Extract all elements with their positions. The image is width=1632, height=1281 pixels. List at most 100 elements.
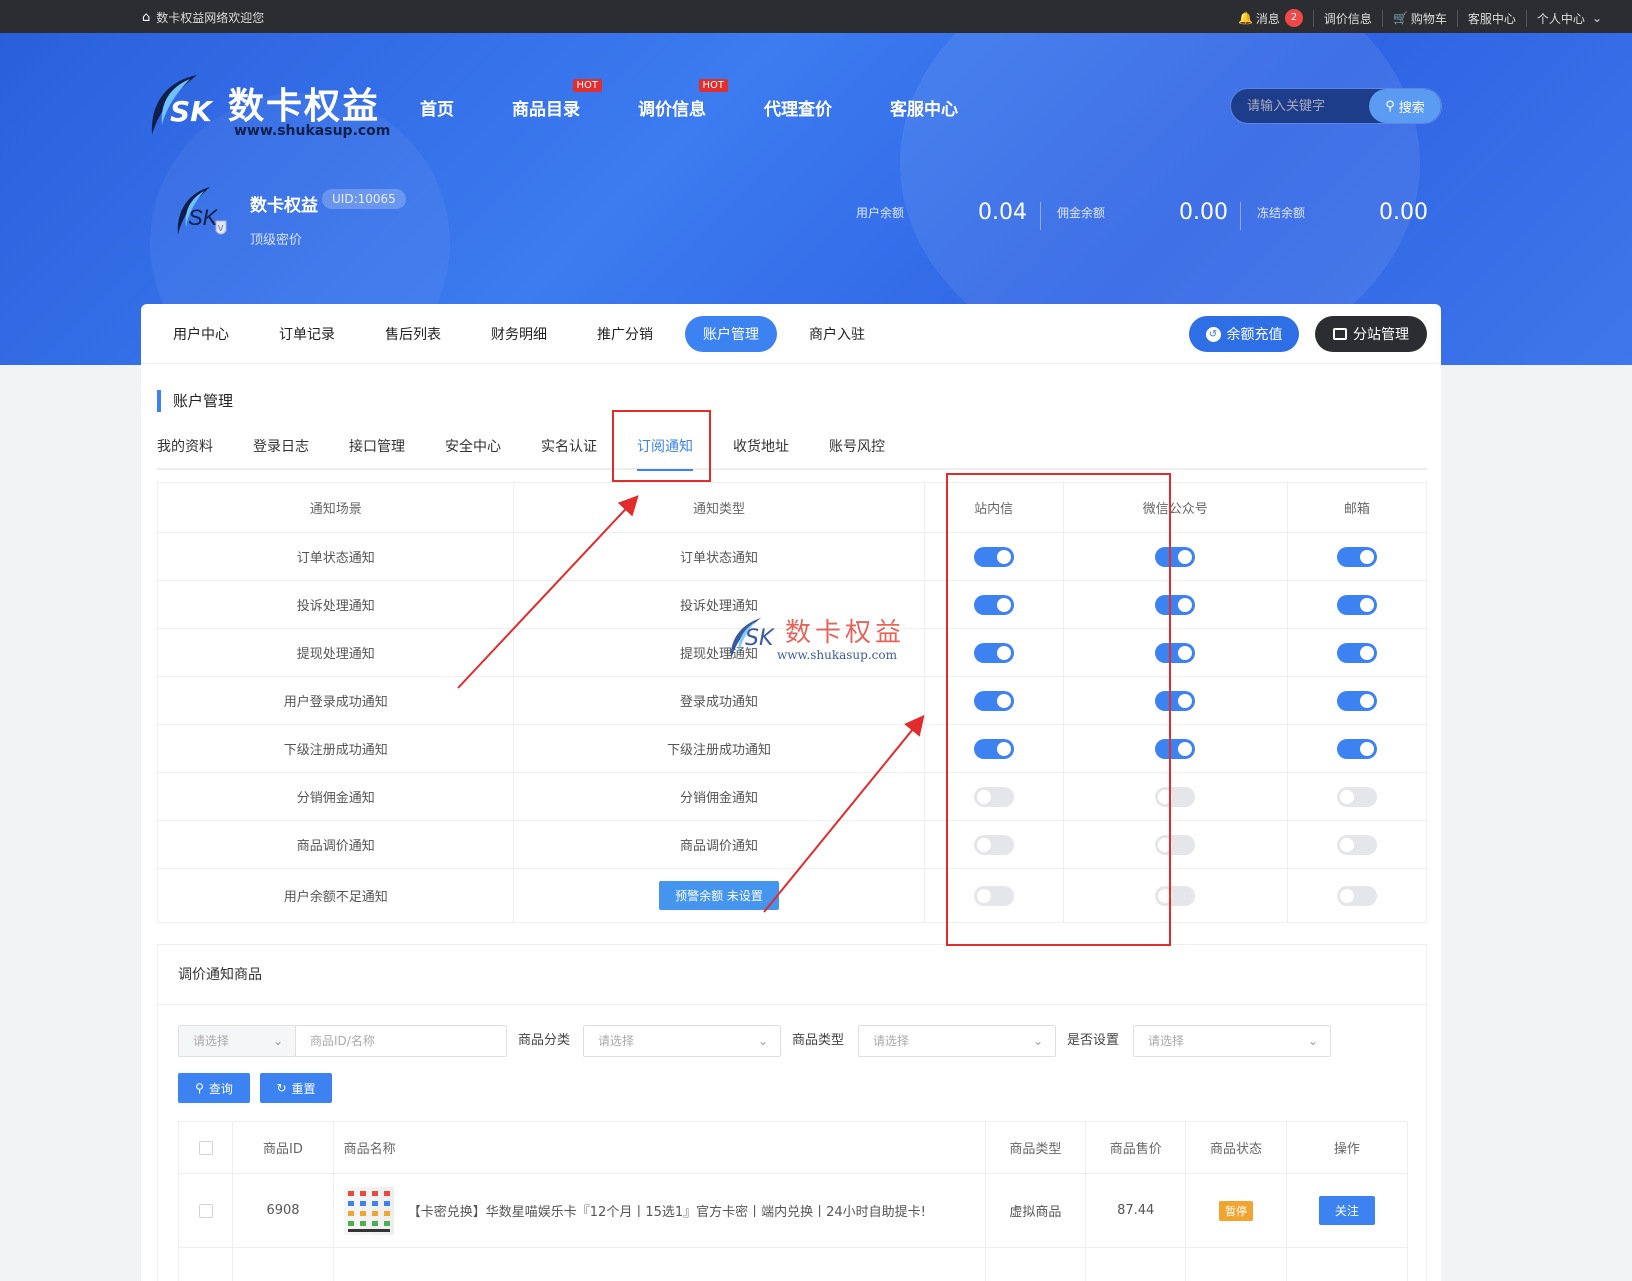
chevron-down-icon: ⌄ <box>1591 11 1602 25</box>
chevron-down-icon: ⌄ <box>757 1034 768 1048</box>
messages-link[interactable]: 🔔 消息 2 <box>1228 9 1313 27</box>
email-toggle[interactable] <box>1336 885 1377 906</box>
sub-tabs: 我的资料 登录日志 接口管理 安全中心 实名认证 订阅通知 收货地址 账号风控 <box>157 425 1427 471</box>
search-icon: ⚲ <box>1385 98 1395 114</box>
user-level: 顶级密价 <box>250 233 303 248</box>
nav-service[interactable]: 客服中心 <box>890 95 958 120</box>
email-toggle[interactable] <box>1336 738 1377 759</box>
row-select-cell <box>177 1173 234 1248</box>
toggle-cell-site <box>923 628 1064 677</box>
select-all-checkbox[interactable] <box>198 1140 213 1155</box>
toggle-cell-wechat <box>1062 724 1288 773</box>
tab-orders[interactable]: 订单记录 <box>279 324 335 344</box>
row-checkbox[interactable] <box>198 1203 213 1218</box>
tab-after-sales[interactable]: 售后列表 <box>385 324 441 344</box>
subtab-address[interactable]: 收货地址 <box>733 425 789 469</box>
follow-button[interactable]: 关注 <box>1318 1196 1375 1225</box>
cart-link[interactable]: 🛒 购物车 <box>1381 9 1457 27</box>
subtab-api[interactable]: 接口管理 <box>349 425 405 469</box>
search-input[interactable] <box>1231 89 1371 123</box>
table-header-row: 通知场景 通知类型 站内信 微信公众号 邮箱 <box>156 482 1428 533</box>
site-toggle[interactable] <box>973 834 1014 855</box>
wechat-toggle[interactable] <box>1155 834 1196 855</box>
tab-promotion[interactable]: 推广分销 <box>597 324 653 344</box>
site-toggle[interactable] <box>973 885 1014 906</box>
toggle-cell-wechat <box>1062 772 1288 821</box>
select-placeholder: 请选择 <box>598 1034 635 1048</box>
wechat-toggle[interactable] <box>1155 786 1196 807</box>
col-scene: 通知场景 <box>156 482 515 533</box>
set-select[interactable]: 请选择 ⌄ <box>1133 1025 1331 1057</box>
price-info-link[interactable]: 调价信息 <box>1312 9 1382 27</box>
subtab-risk[interactable]: 账号风控 <box>829 425 885 469</box>
home-icon[interactable]: ⌂ <box>142 10 150 25</box>
monitor-icon <box>1333 328 1347 340</box>
search-button[interactable]: ⚲ 搜索 <box>1369 89 1441 123</box>
table-row: 下级注册成功通知 下级注册成功通知 <box>156 724 1428 773</box>
wechat-toggle[interactable] <box>1155 885 1196 906</box>
svg-text:SK: SK <box>188 205 219 230</box>
wechat-toggle[interactable] <box>1155 738 1196 759</box>
col-type: 商品类型 <box>984 1121 1087 1174</box>
avatar[interactable]: SK V <box>170 185 234 245</box>
id-name-input[interactable]: 商品ID/名称 <box>295 1025 507 1057</box>
wechat-toggle[interactable] <box>1155 690 1196 711</box>
notify-type: 订单状态通知 <box>513 532 925 581</box>
cell <box>984 1247 1087 1281</box>
email-toggle[interactable] <box>1336 690 1377 711</box>
site-toggle[interactable] <box>973 690 1014 711</box>
top-bar: ⌂ 数卡权益网络欢迎您 🔔 消息 2 调价信息 🛒 购物车 客服中心 个人中心 ⌄ <box>0 0 1632 33</box>
reset-button[interactable]: ↻ 重置 <box>260 1073 332 1103</box>
subtab-login-log[interactable]: 登录日志 <box>253 425 309 469</box>
tab-user-center[interactable]: 用户中心 <box>173 324 229 344</box>
select-all-cell <box>177 1121 234 1174</box>
email-toggle[interactable] <box>1336 546 1377 567</box>
col-action: 操作 <box>1285 1121 1409 1174</box>
substation-button[interactable]: 分站管理 <box>1315 316 1427 352</box>
personal-link[interactable]: 个人中心 ⌄ <box>1525 9 1612 27</box>
notify-type: 下级注册成功通知 <box>513 724 925 773</box>
query-button[interactable]: ⚲ 查询 <box>178 1073 250 1103</box>
subtab-security[interactable]: 安全中心 <box>445 425 501 469</box>
site-toggle[interactable] <box>973 594 1014 615</box>
table-row: 6908 【卡密兑换】华数星喵娱乐卡『12个月丨15选1』官方卡密丨端内兑换丨2… <box>177 1173 1409 1248</box>
tab-finance[interactable]: 财务明细 <box>491 324 547 344</box>
type-select[interactable]: 请选择 ⌄ <box>858 1025 1056 1057</box>
site-toggle[interactable] <box>973 786 1014 807</box>
field-select[interactable]: 请选择 ⌄ <box>178 1025 296 1057</box>
balance-label: 佣金余额 <box>1057 206 1106 220</box>
warning-balance-button[interactable]: 预警余额 未设置 <box>659 881 779 910</box>
category-select[interactable]: 请选择 ⌄ <box>583 1025 781 1057</box>
email-toggle[interactable] <box>1336 594 1377 615</box>
select-placeholder: 请选择 <box>1148 1034 1185 1048</box>
email-toggle[interactable] <box>1336 786 1377 807</box>
site-toggle[interactable] <box>973 642 1014 663</box>
toggle-cell-wechat <box>1062 820 1288 869</box>
product-name[interactable]: 【卡密兑换】华数星喵娱乐卡『12个月丨15选1』官方卡密丨端内兑换丨24小时自助… <box>408 1205 926 1220</box>
chevron-down-icon: ⌄ <box>272 1034 283 1048</box>
subtab-subscribe[interactable]: 订阅通知 <box>637 425 693 471</box>
subtab-profile[interactable]: 我的资料 <box>157 425 213 469</box>
site-toggle[interactable] <box>973 738 1014 759</box>
nav-price-info[interactable]: 调价信息 HOT <box>638 79 728 120</box>
nav-home[interactable]: 首页 <box>420 95 454 120</box>
table-row: 商品调价通知 商品调价通知 <box>156 820 1428 869</box>
nav-catalog[interactable]: 商品目录 HOT <box>512 79 602 120</box>
wechat-toggle[interactable] <box>1155 642 1196 663</box>
email-toggle[interactable] <box>1336 834 1377 855</box>
recharge-button[interactable]: ↺ 余额充值 <box>1189 316 1299 352</box>
service-link[interactable]: 客服中心 <box>1456 9 1526 27</box>
substation-label: 分站管理 <box>1353 327 1409 343</box>
subtab-realname[interactable]: 实名认证 <box>541 425 597 469</box>
site-toggle[interactable] <box>973 546 1014 567</box>
wechat-toggle[interactable] <box>1155 546 1196 567</box>
email-toggle[interactable] <box>1336 642 1377 663</box>
nav-agent-price[interactable]: 代理查价 <box>764 95 832 120</box>
tab-account[interactable]: 账户管理 <box>685 315 777 352</box>
uid-badge: UID:10065 <box>322 189 406 209</box>
site-logo[interactable]: SK 数卡权益 www.shukasup.com <box>142 73 390 145</box>
tab-merchant[interactable]: 商户入驻 <box>809 324 865 344</box>
avatar-logo-icon: SK V <box>177 187 227 235</box>
wechat-toggle[interactable] <box>1155 594 1196 615</box>
product-price: 87.44 <box>1085 1173 1187 1248</box>
